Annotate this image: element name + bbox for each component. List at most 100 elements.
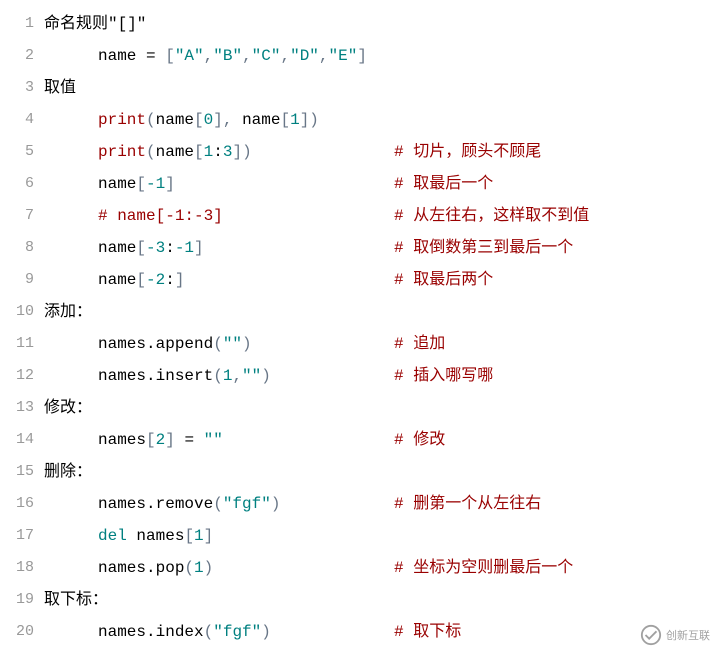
code-line: print(name[1:3])# 切片，顾头不顾尾 [44,136,716,168]
number: 1 [204,143,214,161]
bracket: ] [194,239,204,257]
paren: ) [242,335,252,353]
code-line: print(name[0], name[1]) [44,104,716,136]
code-area[interactable]: 命名规则"[]" name = ["A","B","C","D","E"] 取值… [44,0,716,648]
code-line: names.insert(1,"")# 插入哪写哪 [44,360,716,392]
bracket: ] [213,111,223,129]
line-number-gutter: 1 2 3 4 5 6 7 8 9 10 11 12 13 14 15 16 1… [0,0,44,648]
line-number: 11 [0,328,44,360]
identifier: name [98,271,136,289]
paren: ( [184,559,194,577]
comment: # 取最后两个 [394,264,493,296]
identifier: names.remove [98,495,213,513]
bracket: ] [165,175,175,193]
code-line: 添加： [44,296,716,328]
bracket: ] [204,527,214,545]
identifier: names [98,431,146,449]
paren: ) [242,143,252,161]
operator: = [136,47,165,65]
code-line: 删除： [44,456,716,488]
code-line: 命名规则"[]" [44,8,716,40]
number: 1 [290,111,300,129]
paren: ( [213,367,223,385]
line-number: 19 [0,584,44,616]
line-number: 10 [0,296,44,328]
string: "E" [329,47,358,65]
string: "" [242,367,261,385]
identifier: names.index [98,623,204,641]
text: 取值 [44,79,76,97]
comment: # 修改 [394,424,445,456]
bracket: [ [136,271,146,289]
text: 添加： [44,303,92,321]
code-line: 修改： [44,392,716,424]
paren: ) [309,111,319,129]
logo-icon [640,624,662,646]
line-number: 1 [0,8,44,40]
code-line: names.index("fgf")# 取下标 [44,616,716,648]
code-line: names.remove("fgf")# 删第一个从左往右 [44,488,716,520]
code-line: del names[1] [44,520,716,552]
comma: , [204,47,214,65]
paren: ) [261,623,271,641]
comment: # 切片，顾头不顾尾 [394,136,541,168]
space [127,527,137,545]
line-number: 12 [0,360,44,392]
code-line: name[-1]# 取最后一个 [44,168,716,200]
comment: # 追加 [394,328,445,360]
identifier: name [156,143,194,161]
comment: # 取倒数第三到最后一个 [394,232,573,264]
code-line: name[-2:]# 取最后两个 [44,264,716,296]
identifier: name [242,111,280,129]
colon: : [165,239,175,257]
comment: # 取下标 [394,616,461,648]
number: -1 [175,239,194,257]
comment: # 删第一个从左往右 [394,488,541,520]
comment: # 插入哪写哪 [394,360,493,392]
line-number: 6 [0,168,44,200]
line-number: 17 [0,520,44,552]
bracket: [ [194,111,204,129]
number: -1 [146,175,165,193]
identifier: names [136,527,184,545]
line-number: 15 [0,456,44,488]
paren: ( [146,143,156,161]
bracket: [ [136,239,146,257]
line-number: 3 [0,72,44,104]
bracket: ] [175,271,185,289]
line-number: 7 [0,200,44,232]
comma: , [280,47,290,65]
comment: # name[-1:-3] [98,207,223,225]
paren: ( [213,335,223,353]
comma: , [223,111,242,129]
string: "fgf" [213,623,261,641]
line-number: 5 [0,136,44,168]
line-number: 8 [0,232,44,264]
bracket: ] [165,431,175,449]
paren: ) [204,559,214,577]
line-number: 20 [0,616,44,648]
string: "C" [252,47,281,65]
bracket: ] [357,47,367,65]
line-number: 16 [0,488,44,520]
paren: ) [261,367,271,385]
line-number: 13 [0,392,44,424]
string: "A" [175,47,204,65]
number: 0 [204,111,214,129]
string: "D" [290,47,319,65]
number: 1 [194,527,204,545]
bracket: [ [146,431,156,449]
comma: , [232,367,242,385]
paren: ) [271,495,281,513]
identifier: names.insert [98,367,213,385]
code-line: names[2] = ""# 修改 [44,424,716,456]
bracket: [ [280,111,290,129]
line-number: 2 [0,40,44,72]
text: 删除： [44,463,92,481]
comment: # 取最后一个 [394,168,493,200]
code-editor: 1 2 3 4 5 6 7 8 9 10 11 12 13 14 15 16 1… [0,0,716,648]
number: -2 [146,271,165,289]
text: 修改： [44,399,92,417]
code-line: name = ["A","B","C","D","E"] [44,40,716,72]
bracket: [ [165,47,175,65]
